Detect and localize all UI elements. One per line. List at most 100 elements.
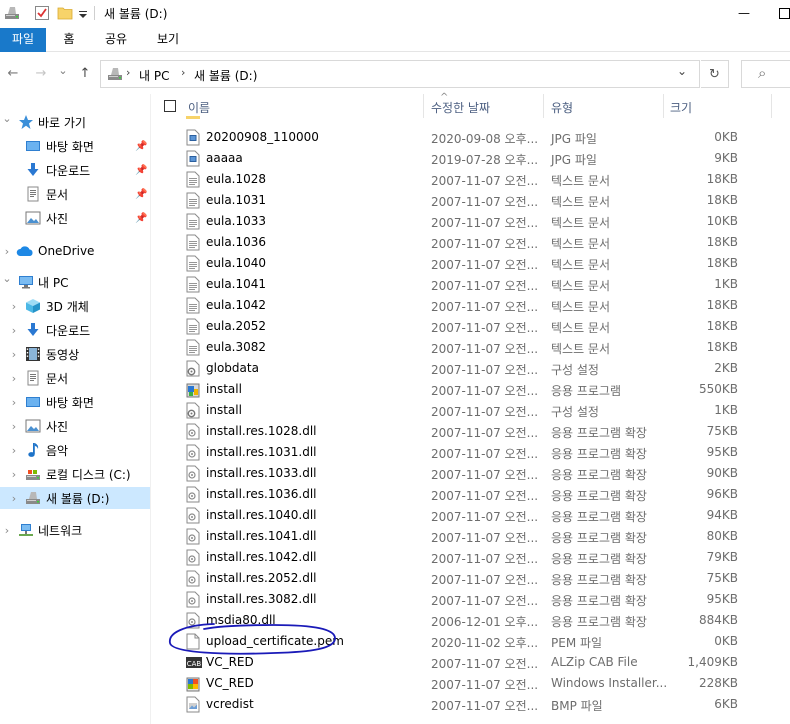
pin-icon[interactable]: 📌 xyxy=(135,189,147,200)
nav-quick-desktop[interactable]: 바탕 화면 📌 xyxy=(0,135,150,157)
nav-pc-volume-d[interactable]: › 새 볼륨 (D:) xyxy=(0,487,150,509)
file-row[interactable]: install.res.2052.dll 2007-11-07 오전... 응용… xyxy=(152,568,790,589)
column-type[interactable]: 유형 xyxy=(551,99,573,116)
tab-file[interactable]: 파일 xyxy=(0,28,46,52)
column-name[interactable]: 이름 xyxy=(188,99,210,116)
expanded-chevron-icon[interactable]: ⌄ xyxy=(2,112,12,125)
column-date-modified[interactable]: 수정한 날짜 xyxy=(431,99,490,116)
nav-pc-videos[interactable]: › 동영상 xyxy=(0,343,150,365)
expand-chevron-icon[interactable]: › xyxy=(9,468,19,481)
column-size[interactable]: 크기 xyxy=(670,99,692,116)
nav-pc-desktop[interactable]: › 바탕 화면 xyxy=(0,391,150,413)
file-date-modified: 2007-11-07 오전... xyxy=(431,426,539,440)
column-divider[interactable] xyxy=(423,94,424,118)
file-row[interactable]: install.res.1031.dll 2007-11-07 오전... 응용… xyxy=(152,442,790,463)
nav-network[interactable]: › 네트워크 xyxy=(0,519,150,541)
maximize-button[interactable] xyxy=(774,4,790,22)
nav-pc-pictures[interactable]: › 사진 xyxy=(0,415,150,437)
file-date-modified: 2007-11-07 오전... xyxy=(431,678,539,692)
file-row[interactable]: eula.2052 2007-11-07 오전... 텍스트 문서 18KB xyxy=(152,316,790,337)
pin-icon[interactable]: 📌 xyxy=(135,141,147,152)
expand-chevron-icon[interactable]: › xyxy=(9,324,19,337)
file-row[interactable]: eula.1041 2007-11-07 오전... 텍스트 문서 1KB xyxy=(152,274,790,295)
search-input[interactable]: ⌕ xyxy=(741,60,790,88)
new-folder-icon[interactable] xyxy=(57,5,73,21)
column-divider[interactable] xyxy=(771,94,772,118)
file-row[interactable]: install.res.1042.dll 2007-11-07 오전... 응용… xyxy=(152,547,790,568)
file-row[interactable]: install 2007-11-07 오전... 응용 프로그램 550KB xyxy=(152,379,790,400)
refresh-button[interactable]: ↻ xyxy=(701,60,729,88)
file-row[interactable]: globdata 2007-11-07 오전... 구성 설정 2KB xyxy=(152,358,790,379)
up-button[interactable]: ↑ xyxy=(76,64,94,82)
chevron-right-icon[interactable]: › xyxy=(126,66,130,79)
bitmap-file-icon xyxy=(186,696,200,713)
expand-chevron-icon[interactable]: › xyxy=(9,396,19,409)
nav-pc-music[interactable]: › 음악 xyxy=(0,439,150,461)
column-divider[interactable] xyxy=(543,94,544,118)
address-dropdown-icon[interactable]: ⌄ xyxy=(677,64,687,78)
tab-share[interactable]: 공유 xyxy=(96,28,136,52)
expand-chevron-icon[interactable]: › xyxy=(9,492,19,505)
expand-chevron-icon[interactable]: › xyxy=(2,524,12,537)
desktop-icon xyxy=(25,394,41,410)
file-row[interactable]: vcredist 2007-11-07 오전... BMP 파일 6KB xyxy=(152,694,790,715)
expand-chevron-icon[interactable]: › xyxy=(9,420,19,433)
expand-chevron-icon[interactable]: › xyxy=(9,372,19,385)
tab-view[interactable]: 보기 xyxy=(148,28,188,52)
breadcrumb-this-pc[interactable]: 내 PC xyxy=(139,67,169,84)
tab-home[interactable]: 홈 xyxy=(52,28,86,52)
file-row[interactable]: eula.1036 2007-11-07 오전... 텍스트 문서 18KB xyxy=(152,232,790,253)
file-row[interactable]: install.res.3082.dll 2007-11-07 오전... 응용… xyxy=(152,589,790,610)
file-row[interactable]: eula.3082 2007-11-07 오전... 텍스트 문서 18KB xyxy=(152,337,790,358)
file-row[interactable]: install.res.1033.dll 2007-11-07 오전... 응용… xyxy=(152,463,790,484)
file-row[interactable]: eula.1042 2007-11-07 오전... 텍스트 문서 18KB xyxy=(152,295,790,316)
file-row[interactable]: install.res.1036.dll 2007-11-07 오전... 응용… xyxy=(152,484,790,505)
nav-quick-downloads[interactable]: 다운로드 📌 xyxy=(0,159,150,181)
nav-quick-access[interactable]: ⌄ 바로 가기 xyxy=(0,111,150,133)
nav-pc-documents[interactable]: › 문서 xyxy=(0,367,150,389)
nav-label: 음악 xyxy=(46,443,69,458)
file-row[interactable]: eula.1031 2007-11-07 오전... 텍스트 문서 18KB xyxy=(152,190,790,211)
expand-chevron-icon[interactable]: › xyxy=(9,444,19,457)
properties-checkmark-icon[interactable] xyxy=(34,5,50,21)
file-row[interactable]: eula.1028 2007-11-07 오전... 텍스트 문서 18KB xyxy=(152,169,790,190)
file-row[interactable]: install.res.1040.dll 2007-11-07 오전... 응용… xyxy=(152,505,790,526)
file-name: eula.1041 xyxy=(206,277,267,291)
expand-chevron-icon[interactable]: › xyxy=(9,300,19,313)
quick-access-dropdown-icon[interactable] xyxy=(78,9,88,25)
nav-quick-documents[interactable]: 문서 📌 xyxy=(0,183,150,205)
chevron-right-icon[interactable]: › xyxy=(181,66,185,79)
forward-button[interactable]: → xyxy=(32,64,50,82)
nav-pc-3d-objects[interactable]: › 3D 개체 xyxy=(0,295,150,317)
file-row[interactable]: eula.1040 2007-11-07 오전... 텍스트 문서 18KB xyxy=(152,253,790,274)
file-row[interactable]: install.res.1041.dll 2007-11-07 오전... 응용… xyxy=(152,526,790,547)
nav-onedrive[interactable]: › OneDrive xyxy=(0,240,150,262)
nav-pc-downloads[interactable]: › 다운로드 xyxy=(0,319,150,341)
nav-label: 동영상 xyxy=(46,347,80,362)
file-row[interactable]: install 2007-11-07 오전... 구성 설정 1KB xyxy=(152,400,790,421)
file-date-modified: 2007-11-07 오전... xyxy=(431,510,539,524)
expanded-chevron-icon[interactable]: ⌄ xyxy=(2,272,12,285)
file-row[interactable]: 20200908_110000 2020-09-08 오후... JPG 파일 … xyxy=(152,127,790,148)
nav-this-pc[interactable]: ⌄ 내 PC xyxy=(0,271,150,293)
breadcrumb-volume-d[interactable]: 새 볼륨 (D:) xyxy=(194,67,257,84)
expand-chevron-icon[interactable]: › xyxy=(9,348,19,361)
column-divider[interactable] xyxy=(663,94,664,118)
file-size: 1KB xyxy=(714,403,738,417)
select-all-checkbox[interactable] xyxy=(164,100,176,112)
file-type: PEM 파일 xyxy=(551,636,603,650)
file-row[interactable]: eula.1033 2007-11-07 오전... 텍스트 문서 10KB xyxy=(152,211,790,232)
file-row[interactable]: install.res.1028.dll 2007-11-07 오전... 응용… xyxy=(152,421,790,442)
pin-icon[interactable]: 📌 xyxy=(135,213,147,224)
nav-quick-pictures[interactable]: 사진 📌 xyxy=(0,207,150,229)
drive-icon xyxy=(107,66,123,82)
file-row[interactable]: aaaaa 2019-07-28 오후... JPG 파일 9KB xyxy=(152,148,790,169)
address-bar[interactable]: › 내 PC › 새 볼륨 (D:) ⌄ xyxy=(100,60,700,88)
expand-chevron-icon[interactable]: › xyxy=(2,245,12,258)
file-row[interactable]: VC_RED 2007-11-07 오전... Windows Installe… xyxy=(152,673,790,694)
minimize-button[interactable]: — xyxy=(734,4,754,22)
nav-pc-local-disk-c[interactable]: › 로컬 디스크 (C:) xyxy=(0,463,150,485)
back-button[interactable]: ← xyxy=(4,64,22,82)
recent-locations-button[interactable]: ⌄ xyxy=(57,61,69,79)
pin-icon[interactable]: 📌 xyxy=(135,165,147,176)
